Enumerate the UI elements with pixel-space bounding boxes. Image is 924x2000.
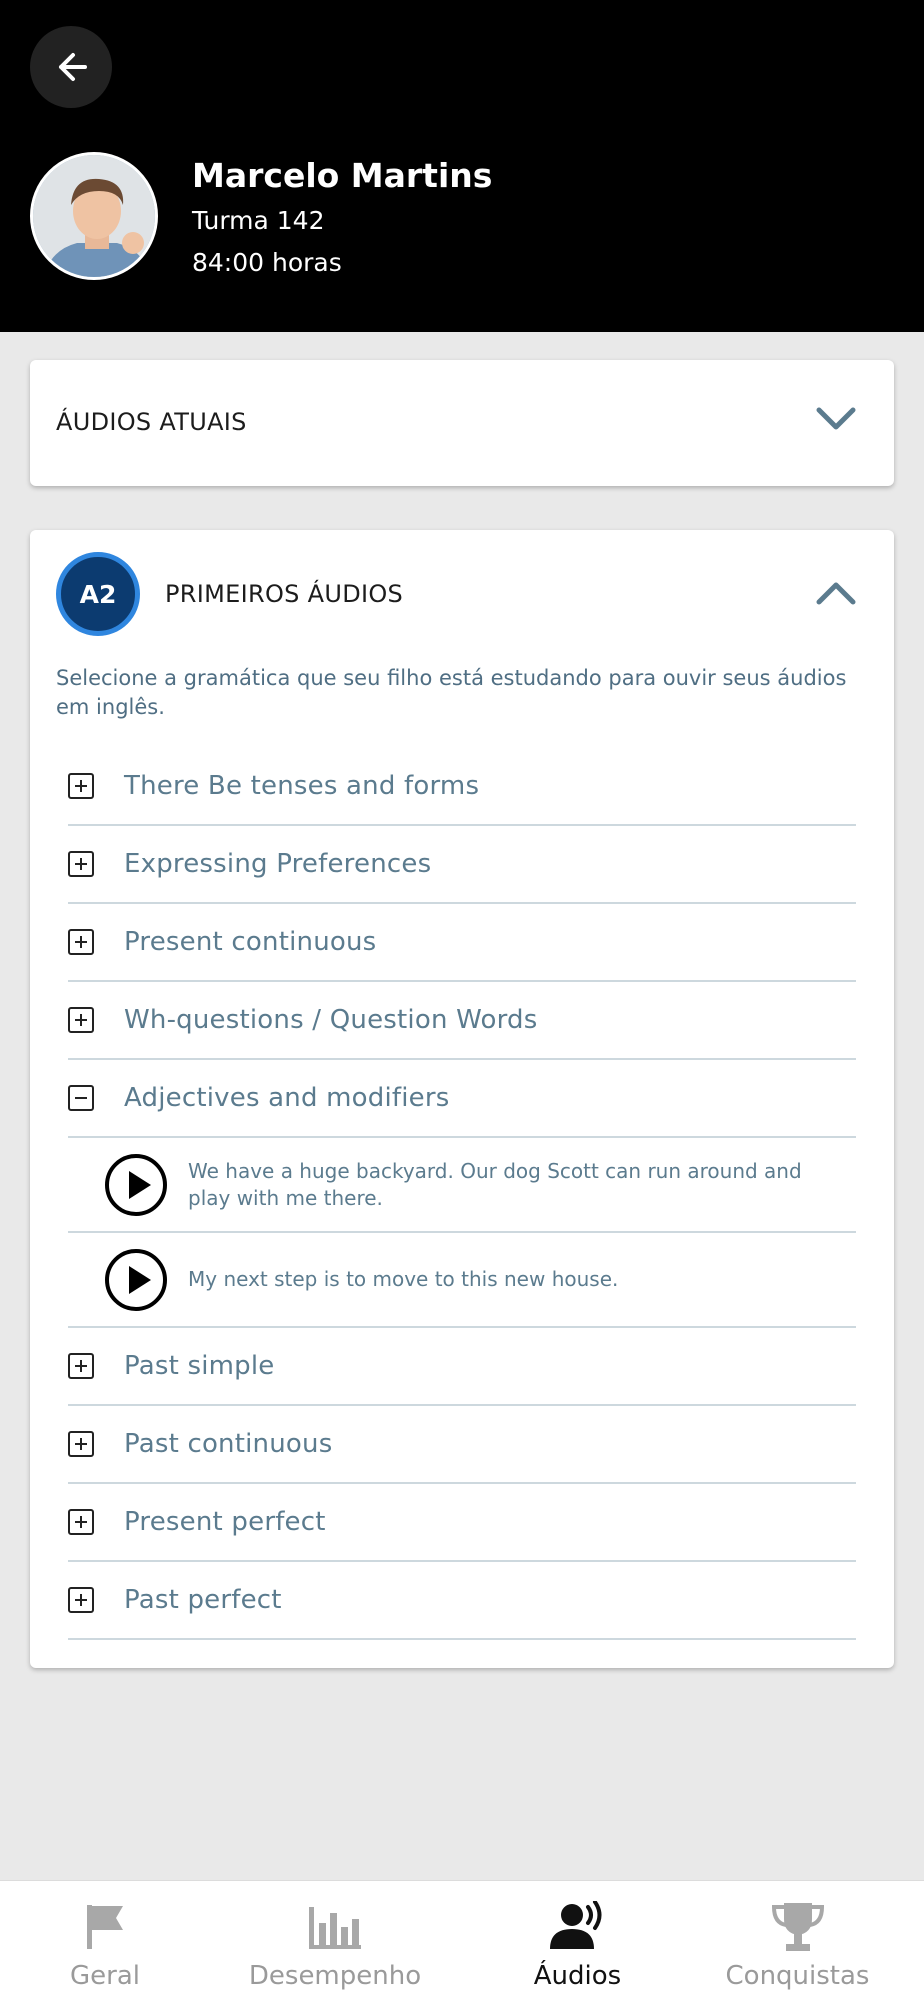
plus-box-icon[interactable] — [68, 851, 94, 877]
speaking-person-icon — [549, 1901, 601, 1949]
topic-label: Past simple — [124, 1351, 275, 1381]
nav-geral[interactable]: Geral — [20, 1881, 190, 2000]
current-audios-title: ÁUDIOS ATUAIS — [56, 408, 247, 436]
plus-box-icon[interactable] — [68, 1587, 94, 1613]
student-name: Marcelo Martins — [192, 156, 493, 195]
audios-screen: Marcelo Martins Turma 142 84:00 horas ÁU… — [0, 0, 924, 2000]
plus-box-icon[interactable] — [68, 1353, 94, 1379]
topic-label: Past perfect — [124, 1585, 282, 1615]
nav-label: Geral — [70, 1961, 140, 1991]
nav-label: Áudios — [533, 1961, 622, 1991]
arrow-left-icon — [59, 53, 87, 81]
list-item[interactable]: Past simple — [68, 1328, 856, 1406]
topic-label: Wh-questions / Question Words — [124, 1005, 538, 1035]
topic-label: Expressing Preferences — [124, 849, 432, 879]
topic-label: There Be tenses and forms — [124, 771, 480, 801]
topic-label: Present perfect — [124, 1507, 326, 1537]
plus-box-icon[interactable] — [68, 929, 94, 955]
nav-audios[interactable]: Áudios — [490, 1881, 665, 2000]
audio-item: We have a huge backyard. Our dog Scott c… — [68, 1138, 856, 1233]
nav-desempenho[interactable]: Desempenho — [235, 1881, 435, 2000]
back-button[interactable] — [30, 26, 112, 108]
trophy-icon — [771, 1903, 824, 1951]
list-item[interactable]: Past continuous — [68, 1406, 856, 1484]
flag-icon — [87, 1905, 123, 1949]
play-button-icon[interactable] — [104, 1153, 168, 1217]
plus-box-icon[interactable] — [68, 1007, 94, 1033]
profile-header: Marcelo Martins Turma 142 84:00 horas — [0, 0, 924, 332]
nav-label: Desempenho — [248, 1961, 422, 1991]
audio-sentence: My next step is to move to this new hous… — [188, 1267, 619, 1291]
chevron-up-icon[interactable] — [816, 580, 856, 606]
plus-box-icon[interactable] — [68, 1431, 94, 1457]
student-class: Turma 142 — [192, 206, 325, 235]
level-badge: A2 — [56, 552, 140, 636]
list-item-expanded[interactable]: Adjectives and modifiers — [68, 1060, 856, 1138]
grammar-list: There Be tenses and forms Expressing Pre… — [68, 748, 856, 1640]
list-item[interactable]: Wh-questions / Question Words — [68, 982, 856, 1060]
bar-chart-icon — [309, 1907, 361, 1949]
list-item[interactable]: Past perfect — [68, 1562, 856, 1640]
instructions-text: Selecione a gramática que seu filho está… — [56, 666, 847, 719]
nav-label: Conquistas — [725, 1961, 870, 1991]
play-button-icon[interactable] — [104, 1248, 168, 1312]
plus-box-icon[interactable] — [68, 1509, 94, 1535]
audio-item: My next step is to move to this new hous… — [68, 1233, 856, 1328]
topic-label: Past continuous — [124, 1429, 333, 1459]
avatar — [30, 152, 158, 280]
topic-label: Adjectives and modifiers — [124, 1083, 450, 1113]
student-hours: 84:00 horas — [192, 248, 342, 277]
first-audios-card: A2 PRIMEIROS ÁUDIOS Selecione a gramátic… — [30, 530, 894, 1668]
plus-box-icon[interactable] — [68, 773, 94, 799]
topic-label: Present continuous — [124, 927, 377, 957]
minus-box-icon[interactable] — [68, 1085, 94, 1111]
audio-sentence: We have a huge backyard. Our dog Scott c… — [188, 1158, 802, 1210]
list-item[interactable]: Present continuous — [68, 904, 856, 982]
list-item[interactable]: Expressing Preferences — [68, 826, 856, 904]
first-audios-title: PRIMEIROS ÁUDIOS — [165, 580, 404, 608]
list-item[interactable]: Present perfect — [68, 1484, 856, 1562]
current-audios-card[interactable]: ÁUDIOS ATUAIS — [30, 360, 894, 486]
list-item[interactable]: There Be tenses and forms — [68, 748, 856, 826]
bottom-nav: Geral Desempenho Áudios Conquistas — [0, 1880, 924, 2000]
nav-conquistas[interactable]: Conquistas — [710, 1881, 885, 2000]
chevron-down-icon[interactable] — [816, 406, 856, 432]
